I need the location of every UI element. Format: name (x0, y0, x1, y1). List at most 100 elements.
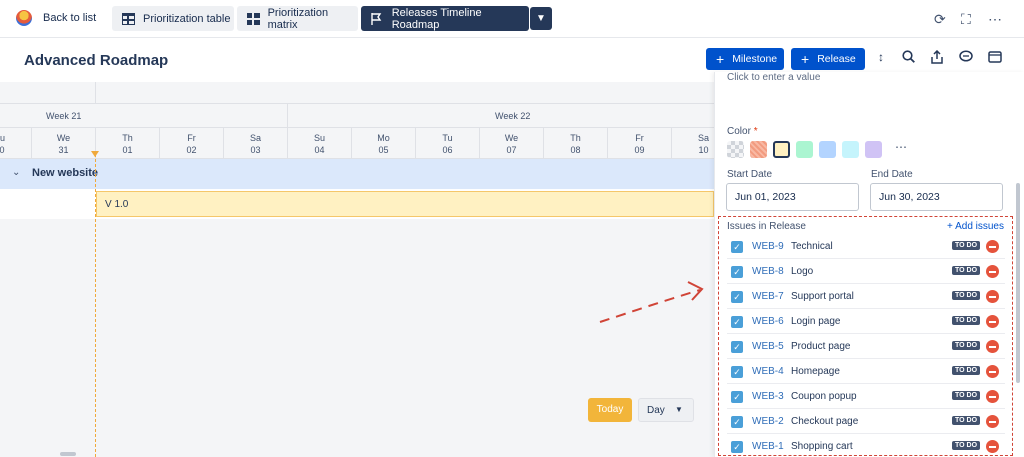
status-badge: TO DO (952, 441, 981, 450)
issue-row[interactable]: ✓ WEB-4 Homepage TO DO (727, 360, 1005, 384)
week-label: Week 22 (495, 111, 531, 121)
checkbox-checked-icon[interactable]: ✓ (731, 241, 743, 253)
color-swatch-none[interactable] (727, 141, 744, 158)
issue-row[interactable]: ✓ WEB-6 Login page TO DO (727, 310, 1005, 334)
issue-row[interactable]: ✓ WEB-1 Shopping cart TO DO (727, 435, 1005, 457)
panel-icon[interactable] (988, 50, 1002, 66)
more-icon[interactable]: ⋯ (988, 11, 1002, 28)
color-swatch-selected[interactable] (773, 141, 790, 158)
issue-summary: Coupon popup (791, 391, 857, 402)
color-swatch[interactable] (842, 141, 859, 158)
issue-row[interactable]: ✓ WEB-2 Checkout page TO DO (727, 410, 1005, 434)
back-to-list-link[interactable]: Back to list (43, 12, 96, 24)
timeline-top-band (0, 82, 714, 104)
timeline-canvas[interactable]: Week 21 Week 22 Su30 We31 Th01 Fr02 Sa03… (0, 82, 714, 457)
checkbox-checked-icon[interactable]: ✓ (731, 266, 743, 278)
issue-summary: Shopping cart (791, 441, 853, 452)
day-header: We 31 (31, 128, 95, 159)
checkbox-checked-icon[interactable]: ✓ (731, 366, 743, 378)
chevron-down-icon: ▼ (536, 13, 546, 24)
status-badge: TO DO (952, 391, 981, 400)
annotation-arrow-icon (599, 281, 704, 323)
issue-key[interactable]: WEB-9 (752, 241, 784, 252)
issue-summary: Product page (791, 341, 851, 352)
remove-issue-icon[interactable] (986, 415, 999, 428)
status-badge: TO DO (952, 266, 981, 275)
checkbox-checked-icon[interactable]: ✓ (731, 291, 743, 303)
issue-row[interactable]: ✓ WEB-8 Logo TO DO (727, 260, 1005, 284)
issues-title: Issues in Release (727, 221, 806, 232)
refresh-icon[interactable]: ⟳ (934, 11, 946, 28)
zoom-select[interactable]: Day ▼ (638, 398, 694, 422)
add-issues-link[interactable]: + Add issues (947, 221, 1004, 232)
checkbox-checked-icon[interactable]: ✓ (731, 441, 743, 453)
issue-row[interactable]: ✓ WEB-5 Product page TO DO (727, 335, 1005, 359)
day-header: Th 08 (543, 128, 607, 159)
group-name: New website (32, 167, 99, 179)
issue-row[interactable]: ✓ WEB-7 Support portal TO DO (727, 285, 1005, 309)
end-date-field[interactable]: Jun 30, 2023 (870, 183, 1003, 211)
group-row-new-website[interactable]: ⌄ New website (0, 159, 714, 189)
day-header: Th 01 (95, 128, 159, 159)
remove-issue-icon[interactable] (986, 440, 999, 453)
remove-issue-icon[interactable] (986, 365, 999, 378)
chevron-down-icon[interactable]: ⌄ (12, 167, 20, 178)
tab-dropdown-button[interactable]: ▼ (530, 7, 552, 30)
app-logo-icon (16, 10, 32, 26)
color-swatch[interactable] (819, 141, 836, 158)
remove-issue-icon[interactable] (986, 340, 999, 353)
more-colors-icon[interactable]: ⋯ (895, 140, 908, 154)
search-icon[interactable] (902, 50, 915, 66)
day-header: Tu 06 (415, 128, 479, 159)
expand-collapse-icon[interactable]: ↕ (878, 50, 884, 64)
issue-row[interactable]: ✓ WEB-3 Coupon popup TO DO (727, 385, 1005, 409)
panel-scrollbar[interactable] (1016, 183, 1020, 383)
checkbox-checked-icon[interactable]: ✓ (731, 391, 743, 403)
today-button[interactable]: Today (588, 398, 632, 422)
issue-key[interactable]: WEB-3 (752, 391, 784, 402)
day-header: Su30 (0, 128, 31, 159)
share-icon[interactable] (931, 49, 943, 67)
checkbox-checked-icon[interactable]: ✓ (731, 341, 743, 353)
fullscreen-icon[interactable]: ⛶ (961, 11, 971, 28)
color-swatch[interactable] (750, 141, 767, 158)
issue-summary: Support portal (791, 291, 854, 302)
remove-issue-icon[interactable] (986, 390, 999, 403)
description-field[interactable]: Click to enter a value (727, 72, 820, 83)
color-swatch[interactable] (796, 141, 813, 158)
day-header: Sa 03 (223, 128, 287, 159)
status-badge: TO DO (952, 316, 981, 325)
checkbox-checked-icon[interactable]: ✓ (731, 316, 743, 328)
issue-key[interactable]: WEB-4 (752, 366, 784, 377)
issue-key[interactable]: WEB-7 (752, 291, 784, 302)
issue-key[interactable]: WEB-5 (752, 341, 784, 352)
horizontal-scrollbar[interactable] (60, 452, 76, 456)
status-badge: TO DO (952, 241, 981, 250)
issue-key[interactable]: WEB-1 (752, 441, 784, 452)
tab-prioritization-table[interactable]: Prioritization table (112, 6, 234, 31)
comment-icon[interactable] (959, 50, 973, 66)
tab-prioritization-matrix[interactable]: Prioritization matrix (237, 6, 358, 31)
issue-summary: Homepage (791, 366, 840, 377)
flag-icon (371, 12, 384, 25)
issue-key[interactable]: WEB-2 (752, 416, 784, 427)
remove-issue-icon[interactable] (986, 265, 999, 278)
remove-issue-icon[interactable] (986, 315, 999, 328)
start-date-field[interactable]: Jun 01, 2023 (726, 183, 859, 211)
color-swatch[interactable] (865, 141, 882, 158)
remove-issue-icon[interactable] (986, 290, 999, 303)
issue-row[interactable]: ✓ WEB-9 Technical TO DO (727, 235, 1005, 259)
add-release-button[interactable]: + Release (791, 48, 865, 70)
issue-summary: Login page (791, 316, 841, 327)
tab-releases-timeline-roadmap[interactable]: Releases Timeline Roadmap (361, 6, 529, 31)
day-header: Fr 02 (159, 128, 223, 159)
release-bar[interactable]: V 1.0 (96, 191, 714, 217)
status-badge: TO DO (952, 291, 981, 300)
remove-issue-icon[interactable] (986, 240, 999, 253)
issue-key[interactable]: WEB-6 (752, 316, 784, 327)
status-badge: TO DO (952, 366, 981, 375)
add-milestone-button[interactable]: + Milestone (706, 48, 784, 70)
day-header: Fr 09 (607, 128, 671, 159)
checkbox-checked-icon[interactable]: ✓ (731, 416, 743, 428)
issue-key[interactable]: WEB-8 (752, 266, 784, 277)
